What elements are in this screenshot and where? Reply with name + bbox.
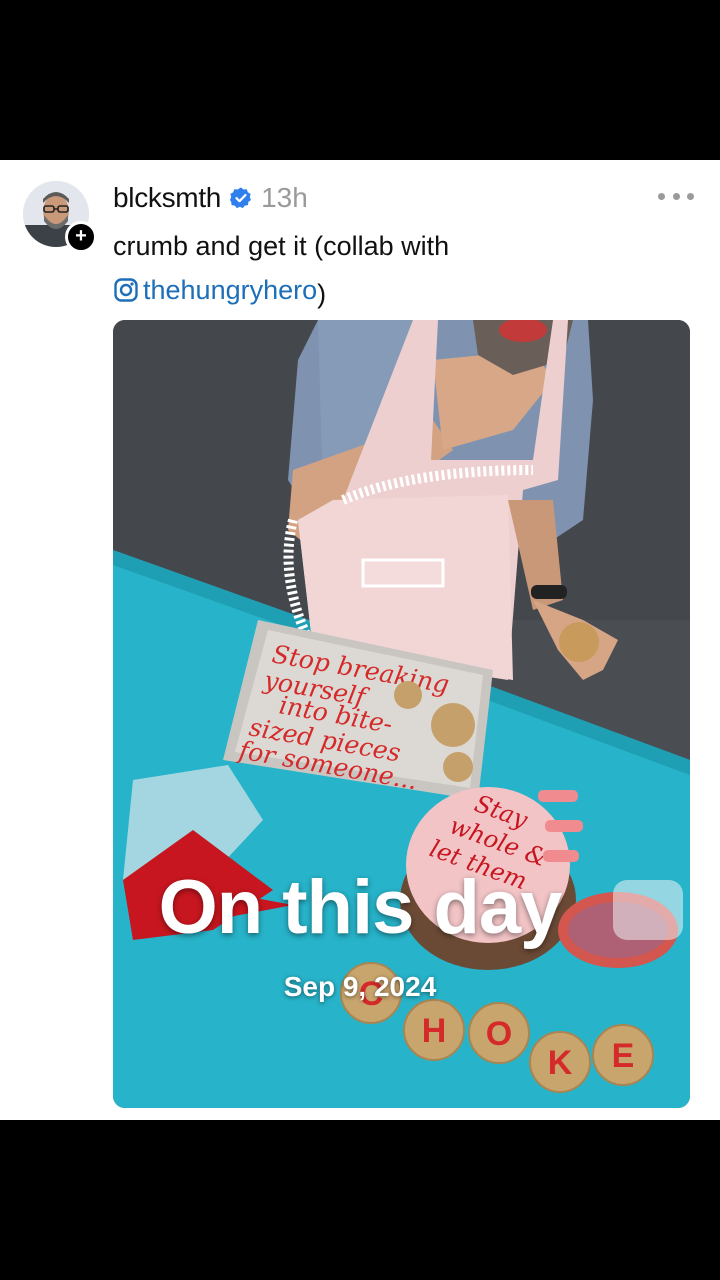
mention-handle[interactable]: thehungryhero	[143, 268, 317, 312]
caption-text: crumb and get it (collab with	[113, 231, 450, 261]
more-dots-icon	[658, 192, 665, 200]
more-dot	[687, 192, 694, 200]
post-header: blcksmth 13h	[113, 180, 308, 216]
caption-suffix: )	[317, 279, 327, 309]
post-caption: crumb and get it (collab with thehungryh…	[113, 224, 673, 316]
cookie-letter-3: O	[486, 1015, 512, 1053]
on-this-day-title: On this day	[158, 865, 563, 950]
follow-plus-icon[interactable]: +	[65, 221, 97, 253]
cookie-letter-5: E	[612, 1037, 635, 1075]
verified-badge-icon	[230, 187, 252, 209]
cookie-letter-2: H	[422, 1012, 447, 1050]
avatar-container[interactable]: +	[23, 181, 97, 253]
more-options-button[interactable]	[658, 184, 694, 208]
username[interactable]: blcksmth	[113, 182, 221, 214]
on-this-day-date: Sep 9, 2024	[283, 971, 437, 1002]
instagram-icon	[114, 278, 138, 302]
more-dot	[672, 192, 680, 200]
post-time: 13h	[261, 182, 308, 213]
mention-link[interactable]: thehungryhero	[113, 268, 317, 312]
cookie-letter-4: K	[548, 1044, 573, 1082]
